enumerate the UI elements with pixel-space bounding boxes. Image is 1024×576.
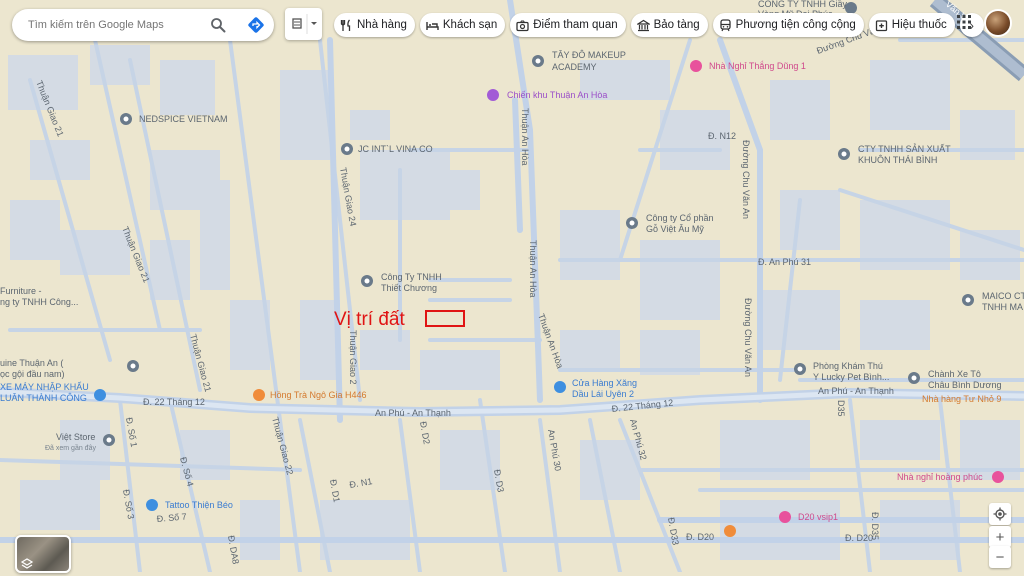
street-d35-a: D35 (836, 400, 846, 417)
poi-tay-do-makeup-1: TÂY ĐÔ MAKEUP (552, 50, 626, 60)
street-d20-a: Đ. D20 (686, 532, 714, 542)
poi-d20-vsip1: D20 vsip1 (798, 512, 838, 522)
chip-restaurants-label: Nhà hàng (357, 19, 407, 31)
museum-icon (636, 19, 650, 31)
zoom-in-button[interactable]: + (989, 526, 1011, 548)
poi-nha-nghi-hoang-phuc: Nhà nghỉ hoàng phúc (897, 472, 983, 482)
poi-cty-san-xuat-2: KHUÔN THÁI BÌNH (858, 155, 937, 165)
poi-cty-go-2: Gỗ Việt Âu Mỹ (646, 224, 704, 234)
poi-maico-2: TNHH MA (982, 302, 1023, 312)
street-d20-b: Đ. D20 (845, 533, 873, 543)
street-d35-b: Đ. D35 (870, 512, 880, 540)
chip-attractions-label: Điểm tham quan (533, 19, 618, 31)
zoom-out-icon: − (995, 548, 1005, 566)
street-thuan-an-hoa-a: Thuận An Hòa (520, 108, 530, 166)
poi-cty-go-1: Công ty Cổ phần (646, 213, 714, 223)
search-icon[interactable] (210, 17, 226, 33)
chip-museums-label: Bảo tàng (653, 19, 700, 31)
category-chips: Nhà hàng Khách sạn Điểm tham quan Bảo tà… (334, 13, 984, 37)
poi-viet-store-sub: Đã xem gần đây (45, 443, 96, 452)
street-an-phu-31: Đ. An Phú 31 (758, 257, 811, 267)
apps-grid-icon[interactable] (956, 14, 972, 30)
poi-xe-may-1: XE MÁY NHẬP KHẨU (0, 381, 89, 392)
hotel-icon (426, 21, 439, 30)
street-thuan-giao-2: Thuận Giao 2 (348, 330, 358, 385)
poi-tay-do-makeup-2: ACADEMY (552, 62, 597, 72)
chip-hotels-label: Khách sạn (442, 19, 498, 31)
land-location-label: Vị trí đất (334, 309, 405, 330)
poi-phong-kham-2: Y Lucky Pet Bình... (813, 372, 889, 382)
avatar[interactable] (986, 11, 1010, 35)
street-an-phu-an-thanh-a: An Phú - An Thạnh (375, 408, 451, 418)
poi-chanh-xe-1: Chành Xe Tô (928, 369, 981, 379)
street-22-thang-12-a: Đ. 22 Tháng 12 (143, 397, 205, 407)
poi-cty-thiet-chuong-2: Thiết Chương (381, 283, 437, 293)
pharmacy-icon (875, 19, 887, 31)
street-thuan-an-hoa-b: Thuận An Hòa (528, 240, 538, 298)
poi-maico-1: MAICO CT (982, 291, 1024, 301)
satellite-layer-toggle[interactable] (15, 535, 71, 573)
poi-viet-store: Việt Store (56, 432, 95, 442)
lodging-icon (292, 14, 317, 34)
chip-transit-label: Phương tiện công cộng (735, 19, 856, 31)
street-an-phu-an-thanh-b: An Phú - An Thạnh (818, 386, 894, 396)
restaurant-icon (340, 19, 351, 31)
search-input[interactable] (26, 18, 210, 32)
search-box[interactable] (12, 9, 274, 41)
chip-museums[interactable]: Bảo tàng (630, 13, 708, 37)
my-location-icon (993, 507, 1007, 521)
directions-icon[interactable] (247, 16, 265, 34)
poi-nha-nghi-thang-dung: Nhà Nghỉ Thắng Dũng 1 (709, 61, 806, 71)
poi-tattoo: Tattoo Thiện Béo (165, 500, 233, 510)
chip-transit[interactable]: Phương tiện công cộng (712, 13, 864, 37)
chip-hotels[interactable]: Khách sạn (419, 13, 506, 37)
poi-chanh-xe-2: Châu Bình Dương (928, 380, 1001, 390)
poi-cua-hang-xang-2: Dầu Lái Uyên 2 (572, 389, 634, 399)
street-chu-van-an-a: Đường Chu Văn An (741, 140, 751, 219)
street-chu-van-an-c: Đường Chu Văn An (743, 298, 753, 377)
poi-nha-hang-tu-nho: Nhà hàng Tư Nhỏ 9 (922, 394, 1001, 404)
layers-dropdown-button[interactable] (285, 8, 322, 40)
chip-attractions[interactable]: Điểm tham quan (510, 13, 626, 37)
poi-furniture-1: Furniture - (0, 286, 42, 296)
layers-icon (20, 558, 34, 569)
chip-pharmacies[interactable]: Hiệu thuốc (868, 13, 955, 37)
poi-xe-may-2: LUÂN THÀNH CÔNG (0, 393, 87, 403)
poi-cty-thiet-chuong-1: Công Ty TNHH (381, 272, 442, 282)
poi-thuan-an-2: ọc gội đầu nam) (0, 369, 65, 379)
poi-nedspice: NEDSPICE VIETNAM (139, 114, 228, 124)
poi-furniture-2: ng ty TNHH Công... (0, 297, 78, 307)
transit-icon (720, 18, 731, 31)
poi-hong-tra: Hồng Trà Ngô Gia H446 (270, 390, 367, 400)
poi-cty-giay-1: CÔNG TY TNHH Giầy (758, 0, 848, 9)
zoom-in-icon: + (995, 528, 1005, 546)
poi-cua-hang-xang-1: Cửa Hàng Xăng (572, 378, 637, 388)
chip-pharmacies-label: Hiệu thuốc (891, 19, 947, 31)
street-n12: Đ. N12 (708, 131, 736, 141)
poi-jc-intl: JC INT`L VINA CO (358, 144, 433, 154)
camera-icon (516, 19, 529, 31)
zoom-out-button[interactable]: − (989, 546, 1011, 568)
poi-chien-khu: Chiến khu Thuận An Hòa (507, 90, 607, 100)
poi-phong-kham-1: Phòng Khám Thú (813, 361, 883, 371)
map-canvas[interactable]: Vị trí đất Thuận Giao 21 Thuận Giao 21 T… (0, 0, 1024, 572)
poi-thuan-an-1: uine Thuận An ( (0, 358, 63, 368)
chip-restaurants[interactable]: Nhà hàng (334, 13, 415, 37)
poi-cty-san-xuat-1: CTY TNHH SẢN XUẤT (858, 143, 951, 154)
my-location-button[interactable] (989, 503, 1011, 525)
